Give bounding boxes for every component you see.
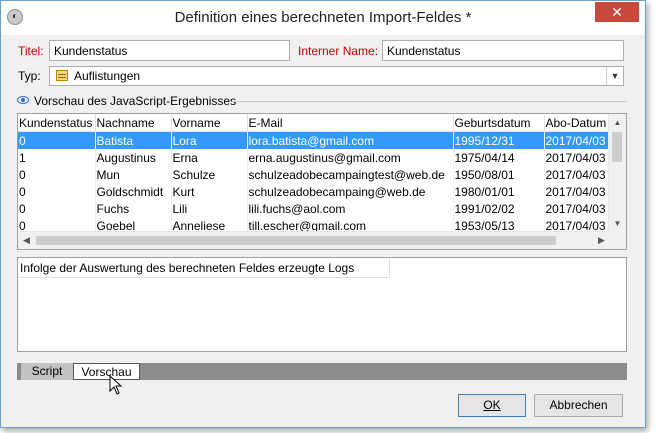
table-cell: 1950/08/01 (453, 166, 545, 183)
table-cell: Fuchs (95, 200, 172, 217)
scroll-down-icon[interactable]: ▼ (609, 215, 626, 232)
column-header[interactable]: Nachname (95, 114, 172, 132)
table-cell: Kurt (171, 183, 248, 200)
table-cell: 1975/04/14 (453, 149, 545, 166)
table-cell: Mun (95, 166, 172, 183)
table-cell: Schulze (171, 166, 248, 183)
table-cell: Lora (171, 131, 248, 149)
table-cell: Augustinus (95, 149, 172, 166)
typ-select[interactable]: Auflistungen ▼ (49, 66, 624, 86)
tab-vorschau[interactable]: Vorschau (73, 363, 140, 380)
titel-input[interactable] (49, 40, 290, 61)
horizontal-scroll-thumb[interactable] (36, 236, 556, 245)
vertical-scroll-thumb[interactable] (612, 132, 622, 162)
table-cell: 2017/04/03 (544, 149, 611, 166)
preview-header-row: Kundenstatus Nachname Vorname E-Mail Geburts… (18, 114, 611, 132)
typ-selected-value: Auflistungen (74, 69, 141, 83)
table-row[interactable]: 0 Batista Lora lora.batista@gmail.com 1995/1… (18, 131, 611, 149)
internal-name-input[interactable] (382, 40, 624, 61)
ok-button-label: OK (483, 398, 501, 412)
table-cell: 1 (18, 149, 96, 166)
column-header[interactable]: Kundenstatus (18, 114, 96, 132)
table-cell: erna.augustinus@gmail.com (247, 149, 454, 166)
scroll-left-icon[interactable]: ◀ (18, 232, 35, 249)
close-button[interactable]: ✕ (595, 2, 639, 22)
table-cell: schulzeadobecampaingtest@web.de (247, 166, 454, 183)
scroll-right-icon[interactable]: ▶ (593, 232, 610, 249)
logs-panel[interactable]: Infolge der Auswertung des berechneten F… (17, 257, 627, 352)
section-divider (232, 101, 627, 102)
column-header[interactable]: E-Mail (247, 114, 454, 132)
table-cell: Goldschmidt (95, 183, 172, 200)
column-header[interactable]: Abo-Datum (544, 114, 611, 132)
mouse-pointer-icon (109, 375, 123, 395)
tab-script[interactable]: Script (21, 363, 73, 380)
preview-grid[interactable]: Kundenstatus Nachname Vorname E-Mail Geburts… (17, 113, 627, 250)
column-header[interactable]: Geburtsdatum (453, 114, 545, 132)
table-cell: Lili (171, 200, 248, 217)
table-cell: 2017/04/03 (544, 131, 611, 149)
table-row[interactable]: 1 Augustinus Erna erna.augustinus@gmail.com… (18, 149, 611, 166)
table-cell: Erna (171, 149, 248, 166)
cancel-button-label: Abbrechen (549, 398, 608, 412)
table-row[interactable]: 0 Mun Schulze schulzeadobecampaingtest@web.… (18, 166, 611, 183)
horizontal-scrollbar[interactable]: ◀ ▶ (18, 231, 610, 249)
table-cell: 1995/12/31 (453, 131, 545, 149)
column-header[interactable]: Vorname (171, 114, 248, 132)
table-cell: 2017/04/03 (544, 166, 611, 183)
titel-label: Titel: (18, 44, 44, 58)
preview-section-label: Vorschau des JavaScript-Ergebnisses (34, 94, 237, 108)
table-row[interactable]: 0 Fuchs Lili lili.fuchs@aol.com 1991/02/02 20… (18, 200, 611, 217)
table-cell: Batista (95, 131, 172, 149)
table-cell: lili.fuchs@aol.com (247, 200, 454, 217)
table-cell: 2017/04/03 (544, 200, 611, 217)
preview-table: Kundenstatus Nachname Vorname E-Mail Geburts… (18, 114, 611, 234)
table-cell: 1980/01/01 (453, 183, 545, 200)
table-cell: schulzeadobecampaing@web.de (247, 183, 454, 200)
table-row[interactable]: 0 Goldschmidt Kurt schulzeadobecampaing@web… (18, 183, 611, 200)
table-cell: 0 (18, 183, 96, 200)
table-cell: 1991/02/02 (453, 200, 545, 217)
table-cell: 0 (18, 200, 96, 217)
typ-label: Typ: (18, 69, 41, 83)
scroll-up-icon[interactable]: ▲ (609, 114, 626, 131)
logs-header: Infolge der Auswertung des berechneten F… (18, 258, 390, 278)
table-cell: lora.batista@gmail.com (247, 131, 454, 149)
eye-icon (17, 96, 29, 104)
list-icon (56, 70, 68, 81)
table-cell: 2017/04/03 (544, 183, 611, 200)
window-title: Definition eines berechneten Import-Feld… (174, 9, 472, 26)
chevron-down-icon[interactable]: ▼ (606, 67, 623, 85)
internal-name-label: Interner Name: (298, 44, 379, 58)
title-bar[interactable]: ◐ Definition eines berechneten Import-Fe… (1, 1, 645, 35)
table-cell: 0 (18, 131, 96, 149)
preview-section-header: Vorschau des JavaScript-Ergebnisses (17, 94, 627, 108)
table-cell: 0 (18, 166, 96, 183)
dialog-window: ◐ Definition eines berechneten Import-Fe… (0, 0, 646, 428)
scroll-corner (609, 232, 626, 249)
ok-button[interactable]: OK (458, 394, 526, 417)
cancel-button[interactable]: Abbrechen (534, 394, 623, 417)
vertical-scrollbar[interactable]: ▲ ▼ (608, 114, 626, 232)
